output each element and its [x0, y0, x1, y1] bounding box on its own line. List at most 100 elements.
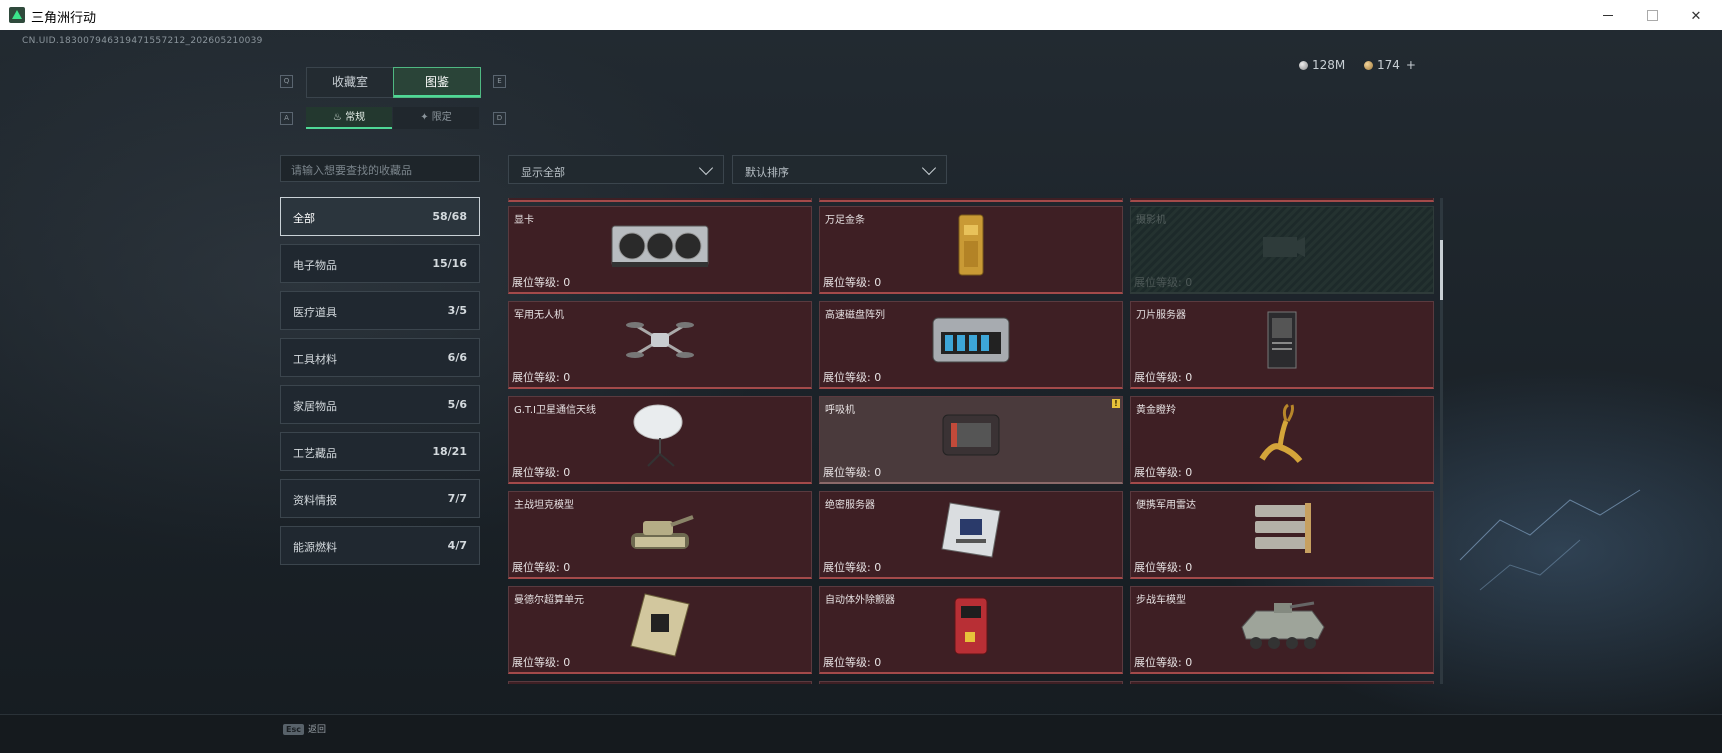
lightning-decoration [1459, 489, 1641, 591]
esc-key-hint: Esc [283, 724, 304, 735]
item-card-partial[interactable]: ! [508, 681, 812, 684]
add-currency-button[interactable]: + [1406, 58, 1416, 72]
category-medical[interactable]: 医疗道具 3/5 [280, 291, 480, 330]
subtab-regular[interactable]: ♨ 常规 [306, 107, 392, 129]
sort-dropdown[interactable]: 默认排序 [732, 155, 947, 184]
item-name: 摄影机 [1136, 215, 1166, 226]
silver-currency: 128M [1299, 58, 1345, 72]
item-card[interactable]: 万足金条 展位等级: 0 [819, 206, 1123, 294]
item-card[interactable]: G.T.I卫星通信天线 展位等级: 0 [508, 396, 812, 484]
item-card-partial[interactable] [819, 681, 1123, 684]
grid-scrollbar[interactable] [1440, 198, 1443, 684]
flame-icon: ♨ [332, 112, 342, 123]
booth-level: 展位等级: 0 [1134, 371, 1193, 384]
category-electronics[interactable]: 电子物品 15/16 [280, 244, 480, 283]
item-name: 便携军用雷达 [1136, 500, 1196, 511]
category-count: 5/6 [447, 398, 467, 411]
supercomputer-icon [630, 593, 690, 657]
category-count: 7/7 [447, 492, 467, 505]
back-button[interactable]: Esc 返回 [283, 722, 326, 735]
category-name: 电子物品 [293, 259, 337, 272]
subtab-limited[interactable]: ✦ 限定 [393, 107, 479, 129]
gold-currency[interactable]: 174 + [1364, 58, 1416, 72]
item-card-locked[interactable]: 摄影机 展位等级: 0 [1130, 206, 1434, 294]
back-label: 返回 [307, 725, 326, 735]
tab-codex[interactable]: 图鉴 [393, 67, 481, 98]
gold-amount: 174 [1377, 58, 1400, 72]
category-name: 全部 [293, 212, 315, 225]
item-card[interactable]: 绝密服务器 展位等级: 0 [819, 491, 1123, 579]
secret-server-icon [941, 502, 1001, 558]
item-name: 曼德尔超算单元 [514, 595, 584, 606]
tank-model-icon [631, 515, 694, 550]
item-card-partial[interactable] [1130, 198, 1434, 202]
item-card[interactable]: 主战坦克模型 展位等级: 0 [508, 491, 812, 579]
item-card[interactable]: 军用无人机 展位等级: 0 [508, 301, 812, 389]
item-name: 军用无人机 [514, 310, 564, 321]
booth-level: 展位等级: 0 [1134, 466, 1193, 479]
scrollbar-thumb[interactable] [1440, 240, 1443, 300]
booth-level: 展位等级: 0 [512, 371, 571, 384]
disk-array-icon [932, 317, 1010, 363]
item-card[interactable]: 显卡 展位等级: 0 [508, 206, 812, 294]
ifv-model-icon [1241, 601, 1325, 650]
filter-show-dropdown[interactable]: 显示全部 [508, 155, 724, 184]
item-card[interactable]: 呼吸机 ! 展位等级: 0 [819, 396, 1123, 484]
category-name: 医疗道具 [293, 306, 337, 319]
collection-search-input[interactable]: 请输入想要查找的收藏品 [280, 155, 480, 182]
item-card[interactable]: 高速磁盘阵列 展位等级: 0 [819, 301, 1123, 389]
sort-value: 默认排序 [745, 166, 789, 179]
gold-coin-icon [1364, 61, 1373, 70]
category-name: 资料情报 [293, 494, 337, 507]
satellite-dish-icon [633, 404, 683, 468]
radar-icon [1255, 503, 1311, 554]
category-energy[interactable]: 能源燃料 4/7 [280, 526, 480, 565]
item-name: 黄金瞪羚 [1136, 405, 1176, 416]
category-count: 6/6 [447, 351, 467, 364]
item-card[interactable]: 曼德尔超算单元 展位等级: 0 [508, 586, 812, 674]
tab-collection-room[interactable]: 收藏室 [306, 67, 394, 98]
item-name: 呼吸机 [825, 405, 855, 416]
booth-level: 展位等级: 0 [512, 466, 571, 479]
category-name: 工艺藏品 [293, 447, 337, 460]
item-card[interactable]: 步战车模型 展位等级: 0 [1130, 586, 1434, 674]
category-intel[interactable]: 资料情报 7/7 [280, 479, 480, 518]
category-name: 家居物品 [293, 400, 337, 413]
item-card[interactable]: 刀片服务器 展位等级: 0 [1130, 301, 1434, 389]
category-crafts[interactable]: 工艺藏品 18/21 [280, 432, 480, 471]
subtab-limited-label: 限定 [431, 112, 452, 123]
camera-icon [1263, 237, 1305, 258]
ventilator-icon [942, 414, 1000, 456]
user-uid: CN.UID.183007946319471557212_20260521003… [22, 36, 263, 46]
item-card-partial[interactable] [819, 198, 1123, 202]
next-subtab-key-hint: D [493, 112, 506, 125]
category-household[interactable]: 家居物品 5/6 [280, 385, 480, 424]
booth-level: 展位等级: 0 [823, 371, 882, 384]
limited-icon: ✦ [420, 112, 429, 123]
category-count: 4/7 [447, 539, 467, 552]
item-name: 高速磁盘阵列 [825, 310, 885, 321]
item-name: 主战坦克模型 [514, 500, 574, 511]
booth-level: 展位等级: 0 [512, 561, 571, 574]
item-card[interactable]: 自动体外除颤器 展位等级: 0 [819, 586, 1123, 674]
filter-show-value: 显示全部 [521, 166, 565, 179]
item-card[interactable]: 黄金瞪羚 展位等级: 0 [1130, 396, 1434, 484]
minimize-button[interactable] [1588, 3, 1628, 27]
category-tools[interactable]: 工具材料 6/6 [280, 338, 480, 377]
maximize-button[interactable] [1632, 3, 1672, 27]
golden-gazelle-icon [1259, 404, 1303, 464]
chevron-down-icon [921, 160, 937, 176]
category-name: 工具材料 [293, 353, 337, 366]
booth-level: 展位等级: 0 [823, 561, 882, 574]
next-tab-key-hint: E [493, 75, 506, 88]
window-titlebar: 三角洲行动 [0, 0, 1722, 31]
close-button[interactable] [1676, 3, 1716, 27]
drone-icon [626, 322, 694, 359]
item-card[interactable]: 便携军用雷达 展位等级: 0 [1130, 491, 1434, 579]
item-card-partial[interactable] [1130, 681, 1434, 684]
category-all[interactable]: 全部 58/68 [280, 197, 480, 236]
chevron-down-icon [698, 160, 714, 176]
category-count: 58/68 [432, 210, 467, 223]
item-card-partial[interactable] [508, 198, 812, 202]
item-name: 万足金条 [825, 215, 865, 226]
